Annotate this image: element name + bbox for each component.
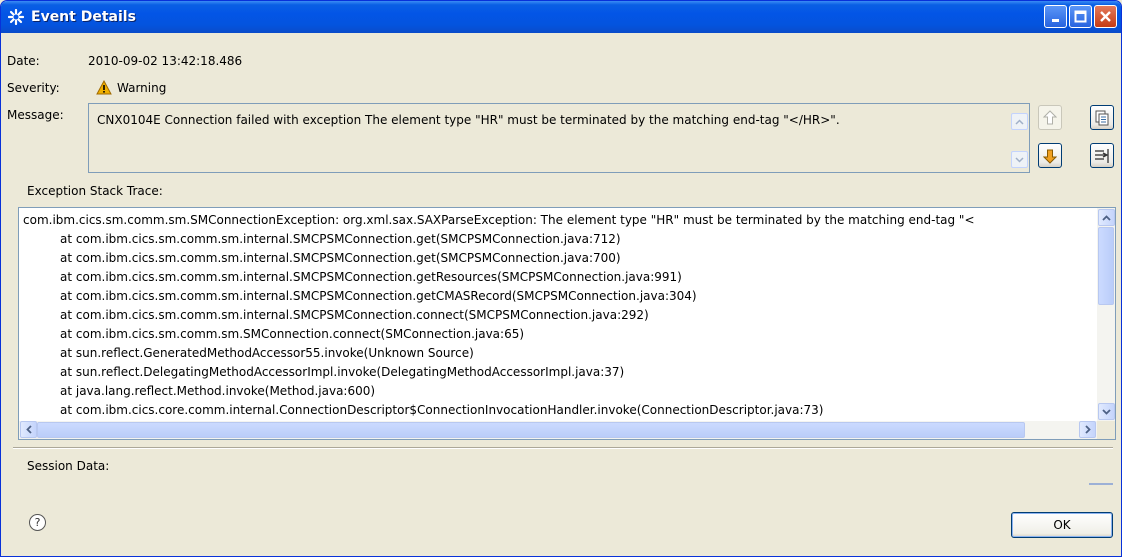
copy-button[interactable]: [1090, 105, 1114, 130]
session-data-sash[interactable]: [1089, 483, 1113, 485]
trace-vertical-thumb[interactable]: [1098, 227, 1114, 305]
stack-trace-label: Exception Stack Trace:: [27, 184, 163, 198]
chevron-down-icon: [1102, 408, 1111, 415]
window-title: Event Details: [31, 9, 136, 25]
stack-trace-line: at com.ibm.cics.sm.comm.sm.internal.SMCP…: [60, 289, 697, 303]
window-controls: [1044, 5, 1117, 28]
message-field[interactable]: CNX0104E Connection failed with exceptio…: [88, 103, 1030, 173]
trace-scroll-left-button[interactable]: [20, 421, 37, 438]
message-scroll-down-button[interactable]: [1011, 151, 1028, 168]
message-text: CNX0104E Connection failed with exceptio…: [97, 113, 840, 127]
title-bar[interactable]: Event Details: [1, 1, 1121, 33]
message-scroll-up-button[interactable]: [1011, 113, 1028, 130]
arrow-up-icon: [1043, 109, 1057, 124]
chevron-up-icon: [1015, 118, 1024, 125]
session-data-label: Session Data:: [27, 459, 110, 473]
close-button[interactable]: [1094, 5, 1117, 28]
stack-trace-horizontal-scrollbar[interactable]: [19, 421, 1098, 439]
message-label: Message:: [7, 108, 64, 122]
stack-trace-line: at com.ibm.cics.sm.comm.sm.SMConnection.…: [60, 327, 525, 341]
minimize-button[interactable]: [1044, 5, 1067, 28]
gear-star-icon: [7, 8, 25, 26]
message-scrollbar[interactable]: [1011, 105, 1028, 171]
chevron-down-icon: [1015, 156, 1024, 163]
stack-trace-line: at sun.reflect.DelegatingMethodAccessorI…: [60, 365, 625, 379]
stack-trace-line: at com.ibm.cics.sm.comm.sm.internal.SMCP…: [60, 232, 621, 246]
maximize-button[interactable]: [1069, 5, 1092, 28]
stack-trace-line: at com.ibm.cics.sm.comm.sm.internal.SMCP…: [60, 270, 682, 284]
scroll-corner: [1097, 421, 1115, 439]
severity-label: Severity:: [7, 81, 60, 95]
copy-icon: [1095, 110, 1109, 125]
filter-button[interactable]: [1090, 143, 1114, 168]
next-event-button[interactable]: [1038, 143, 1062, 168]
section-divider: [13, 447, 1113, 449]
ok-button[interactable]: OK: [1011, 512, 1113, 538]
stack-trace-lines: com.ibm.cics.sm.comm.sm.SMConnectionExce…: [23, 211, 1087, 420]
chevron-up-icon: [1102, 214, 1111, 221]
stack-trace-line: at sun.reflect.GeneratedMethodAccessor55…: [60, 346, 474, 360]
event-details-dialog: Event Details Date: 2010-09-02 13:42:18.…: [0, 0, 1122, 557]
previous-event-button[interactable]: [1038, 105, 1062, 130]
trace-scroll-up-button[interactable]: [1098, 209, 1115, 226]
warning-icon: [96, 79, 112, 96]
stack-trace-line: at java.lang.reflect.Method.invoke(Metho…: [60, 384, 376, 398]
stack-trace-area[interactable]: com.ibm.cics.sm.comm.sm.SMConnectionExce…: [18, 207, 1116, 440]
stack-trace-line: at com.ibm.cics.sm.comm.sm.internal.SMCP…: [60, 308, 649, 322]
trace-horizontal-thumb[interactable]: [37, 422, 1025, 438]
trace-scroll-down-button[interactable]: [1098, 403, 1115, 420]
minimize-icon: [1051, 18, 1059, 22]
stack-trace-line: com.ibm.cics.sm.comm.sm.SMConnectionExce…: [23, 213, 975, 227]
date-label: Date:: [7, 54, 40, 68]
trace-scroll-right-button[interactable]: [1079, 421, 1096, 438]
chevron-right-icon: [1084, 425, 1091, 434]
chevron-left-icon: [25, 425, 32, 434]
stack-trace-vertical-scrollbar[interactable]: [1097, 208, 1115, 421]
help-icon[interactable]: ?: [29, 514, 46, 531]
date-value: 2010-09-02 13:42:18.486: [88, 54, 243, 68]
arrow-down-icon: [1043, 149, 1057, 164]
close-icon: [1100, 11, 1111, 22]
maximize-icon: [1074, 10, 1087, 23]
severity-value: Warning: [117, 81, 167, 95]
stack-trace-line: at com.ibm.cics.sm.comm.sm.internal.SMCP…: [60, 251, 621, 265]
filter-icon: [1095, 148, 1109, 163]
stack-trace-line: at com.ibm.cics.core.comm.internal.Conne…: [60, 403, 824, 417]
